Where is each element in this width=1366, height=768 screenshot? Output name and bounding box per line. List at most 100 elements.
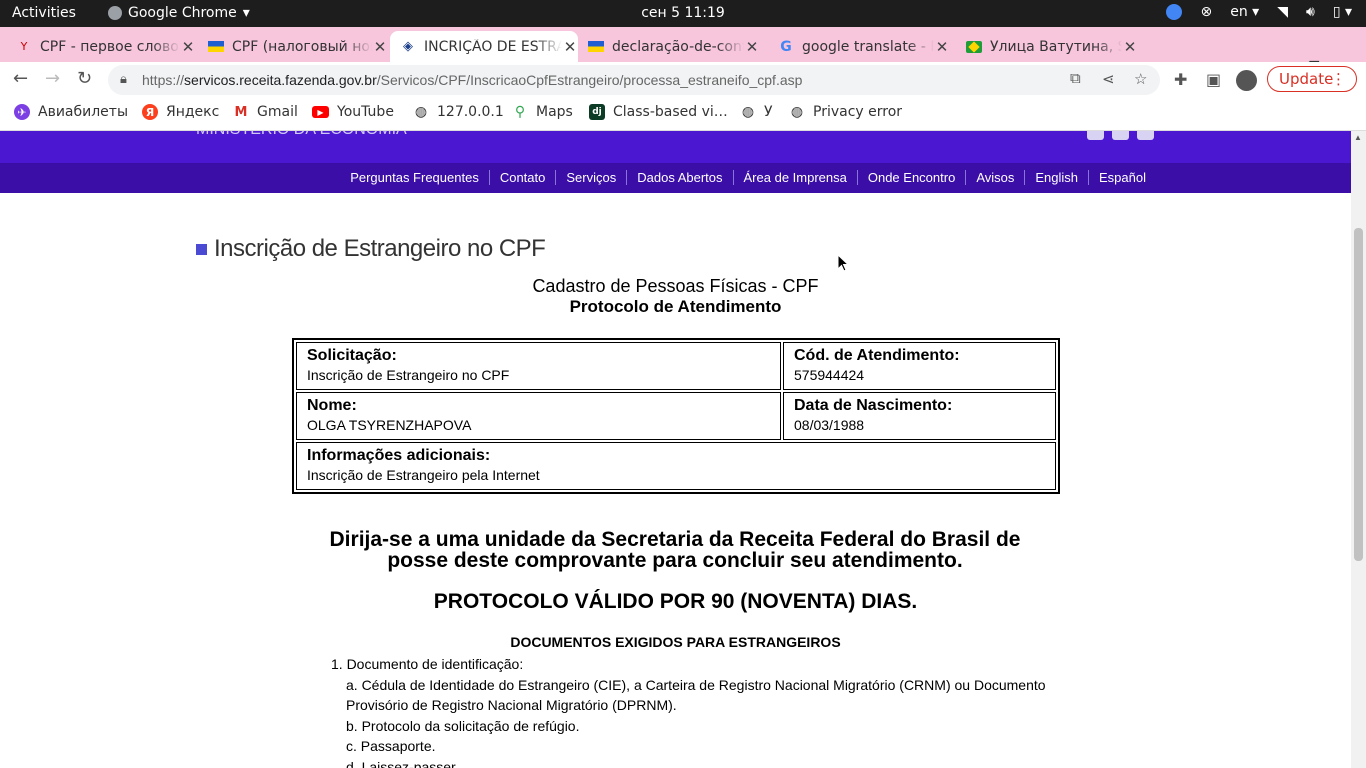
youtube-social-icon[interactable]	[1112, 131, 1129, 140]
solicitacao-label: Solicitação:	[307, 347, 397, 364]
table-cell: Data de Nascimento: 08/03/1988	[783, 392, 1056, 440]
facebook-icon[interactable]	[1137, 131, 1154, 140]
bookmark-label: Авиабилеты	[38, 104, 129, 120]
site-menu-item[interactable]: Serviços	[555, 170, 626, 185]
forward-button[interactable]: →	[45, 68, 60, 89]
scrollbar[interactable]: ▲	[1351, 131, 1366, 768]
close-icon[interactable]: ✕	[744, 38, 760, 56]
site-menu-item[interactable]: Contato	[488, 170, 556, 185]
update-button[interactable]: Update ⋮	[1267, 66, 1357, 92]
tab-cpf-tax-number[interactable]: CPF (налоговый номер) ✕	[208, 31, 388, 62]
bookmark-label: У	[764, 104, 773, 120]
documents-list: 1. Documento de identificação: a. Cédula…	[331, 654, 1051, 768]
table-cell: Nome: OLGA TSYRENZHAPOVA	[296, 392, 781, 440]
side-panel-icon[interactable]: ▣	[1206, 70, 1221, 89]
cod-atendimento-value: 575944424	[794, 367, 865, 383]
protocol-table: Solicitação: Inscrição de Estrangeiro no…	[292, 338, 1060, 494]
tab-cpf-first-word[interactable]: Y CPF - первое слово на… ✕	[16, 31, 196, 62]
tab-google-translate[interactable]: G google translate - Поиск ✕	[778, 31, 950, 62]
nascimento-value: 08/03/1988	[794, 417, 865, 433]
language-indicator[interactable]: en ▾	[1230, 4, 1259, 20]
table-cell: Informações adicionais: Inscrição de Est…	[296, 442, 1056, 490]
google-icon: G	[780, 38, 792, 55]
bookmark-maps[interactable]: ⚲ Maps	[512, 104, 573, 120]
tab-declaracao[interactable]: declaração-de-conformidade ✕	[588, 31, 760, 62]
bookmark-label: Maps	[536, 104, 573, 120]
globe-icon: ◍	[790, 104, 804, 120]
close-icon[interactable]: ✕	[372, 38, 388, 56]
lock-icon[interactable]: 🔒︎	[120, 71, 127, 87]
bookmark-youtube[interactable]: ▶ YouTube	[312, 104, 394, 120]
table-cell: Cód. de Atendimento: 575944424	[783, 342, 1056, 390]
site-menu-item[interactable]: Área de Imprensa	[732, 170, 857, 185]
bookmark-star-icon[interactable]: ☆	[1134, 70, 1147, 88]
bookmark-aviasales[interactable]: ✈ Авиабилеты	[14, 104, 128, 120]
ministry-title: MINISTÉRIO DA ECONOMIA	[196, 131, 407, 139]
bookmark-privacy-error[interactable]: ◍ Privacy error	[789, 104, 902, 120]
site-header: MINISTÉRIO DA ECONOMIA	[0, 131, 1351, 163]
site-nav: Perguntas Frequentes Contato Serviços Dados…	[0, 163, 1351, 193]
site-menu-item[interactable]: Onde Encontro	[856, 170, 965, 185]
battery-icon[interactable]: ▯ ▾	[1333, 4, 1352, 20]
back-button[interactable]: ←	[13, 68, 28, 89]
bookmark-gmail[interactable]: M Gmail	[233, 104, 298, 120]
table-cell: Solicitação: Inscrição de Estrangeiro no…	[296, 342, 781, 390]
site-menu-item[interactable]: Perguntas Frequentes	[340, 170, 489, 185]
chrome-remote-icon[interactable]	[1166, 4, 1183, 20]
gmail-icon: M	[234, 104, 248, 120]
bookmark-localhost[interactable]: ◍ 127.0.0.1	[413, 104, 504, 120]
list-item: a. Cédula de Identidade do Estrangeiro (…	[346, 676, 1046, 714]
list-item: d. Laissez-passer.	[346, 758, 459, 768]
notice-text: Dirija-se a uma unidade da Secretaria da…	[329, 528, 1021, 572]
language-label: en	[1230, 4, 1248, 20]
status-icon[interactable]: ⊗	[1200, 4, 1212, 20]
nascimento-label: Data de Nascimento:	[794, 397, 953, 414]
globe-icon: ◍	[741, 104, 755, 120]
youtube-icon: ▶	[312, 106, 329, 118]
info-label: Informações adicionais:	[307, 447, 491, 464]
clock[interactable]: сен 5 11:19	[0, 5, 1366, 21]
close-icon[interactable]: ✕	[180, 38, 196, 56]
protocol-heading: Protocolo de Atendimento	[569, 297, 782, 316]
tab-vatutina-street[interactable]: Улица Ватутина, S ✕	[966, 31, 1138, 62]
site-menu-item[interactable]: English	[1024, 170, 1088, 185]
bookmark-label: Privacy error	[813, 104, 903, 120]
close-icon[interactable]: ✕	[934, 38, 950, 56]
site-menu-item[interactable]: Avisos	[965, 170, 1024, 185]
share-icon[interactable]: ⋖	[1102, 70, 1115, 88]
reload-button[interactable]: ↻	[77, 68, 92, 89]
browser-toolbar: ← → ↻ 🔒︎ https://servicos.receita.fazend…	[0, 62, 1366, 98]
tab-title: Улица Ватутина, S	[990, 38, 1122, 55]
scrollbar-thumb[interactable]	[1354, 228, 1363, 561]
url-text[interactable]: https://servicos.receita.fazenda.gov.br/…	[142, 72, 802, 88]
close-icon[interactable]: ✕	[1122, 38, 1138, 56]
volume-icon[interactable]: 🔊︎	[1306, 4, 1315, 20]
tab-title: google translate - Поиск	[802, 38, 934, 55]
solicitacao-value: Inscrição de Estrangeiro no CPF	[307, 367, 510, 383]
nome-value: OLGA TSYRENZHAPOVA	[307, 417, 472, 433]
receita-icon: ◈	[403, 39, 413, 54]
address-bar[interactable]: 🔒︎ https://servicos.receita.fazenda.gov.…	[108, 65, 1160, 95]
bookmark-django[interactable]: dj Class-based vi…	[589, 104, 728, 120]
twitter-icon[interactable]	[1087, 131, 1104, 140]
wifi-icon[interactable]: ◥	[1277, 4, 1288, 20]
close-icon[interactable]: ✕	[562, 38, 578, 56]
bookmark-label: Яндекс	[166, 104, 220, 120]
bookmark-u[interactable]: ◍ У	[740, 104, 773, 120]
translate-icon[interactable]: ⧉	[1070, 70, 1081, 87]
flag-icon	[588, 39, 604, 55]
site-menu-item[interactable]: Español	[1088, 170, 1156, 185]
extensions-icon[interactable]: ✚	[1174, 70, 1187, 89]
site-menu-item[interactable]: Dados Abertos	[626, 170, 732, 185]
table-row: Informações adicionais: Inscrição de Est…	[296, 442, 1056, 490]
table-row: Nome: OLGA TSYRENZHAPOVA Data de Nascime…	[296, 392, 1056, 440]
avatar[interactable]	[1236, 70, 1257, 91]
system-tray[interactable]: ⊗ en ▾ ◥ 🔊︎ ▯ ▾	[1166, 4, 1352, 20]
bookmark-yandex[interactable]: Я Яндекс	[142, 104, 219, 120]
scroll-up-icon[interactable]: ▲	[1354, 133, 1362, 142]
web-page: MINISTÉRIO DA ECONOMIA Perguntas Frequen…	[0, 131, 1351, 768]
yandex-q-icon: Y	[20, 40, 28, 53]
tab-inscricao-estrangeiro[interactable]: ◈ INCRIÇÃO DE ESTRANGEIRO ✕	[390, 31, 578, 62]
tab-title: CPF - первое слово на…	[40, 38, 180, 55]
documents-heading: DOCUMENTOS EXIGIDOS PARA ESTRANGEIROS	[510, 634, 841, 650]
